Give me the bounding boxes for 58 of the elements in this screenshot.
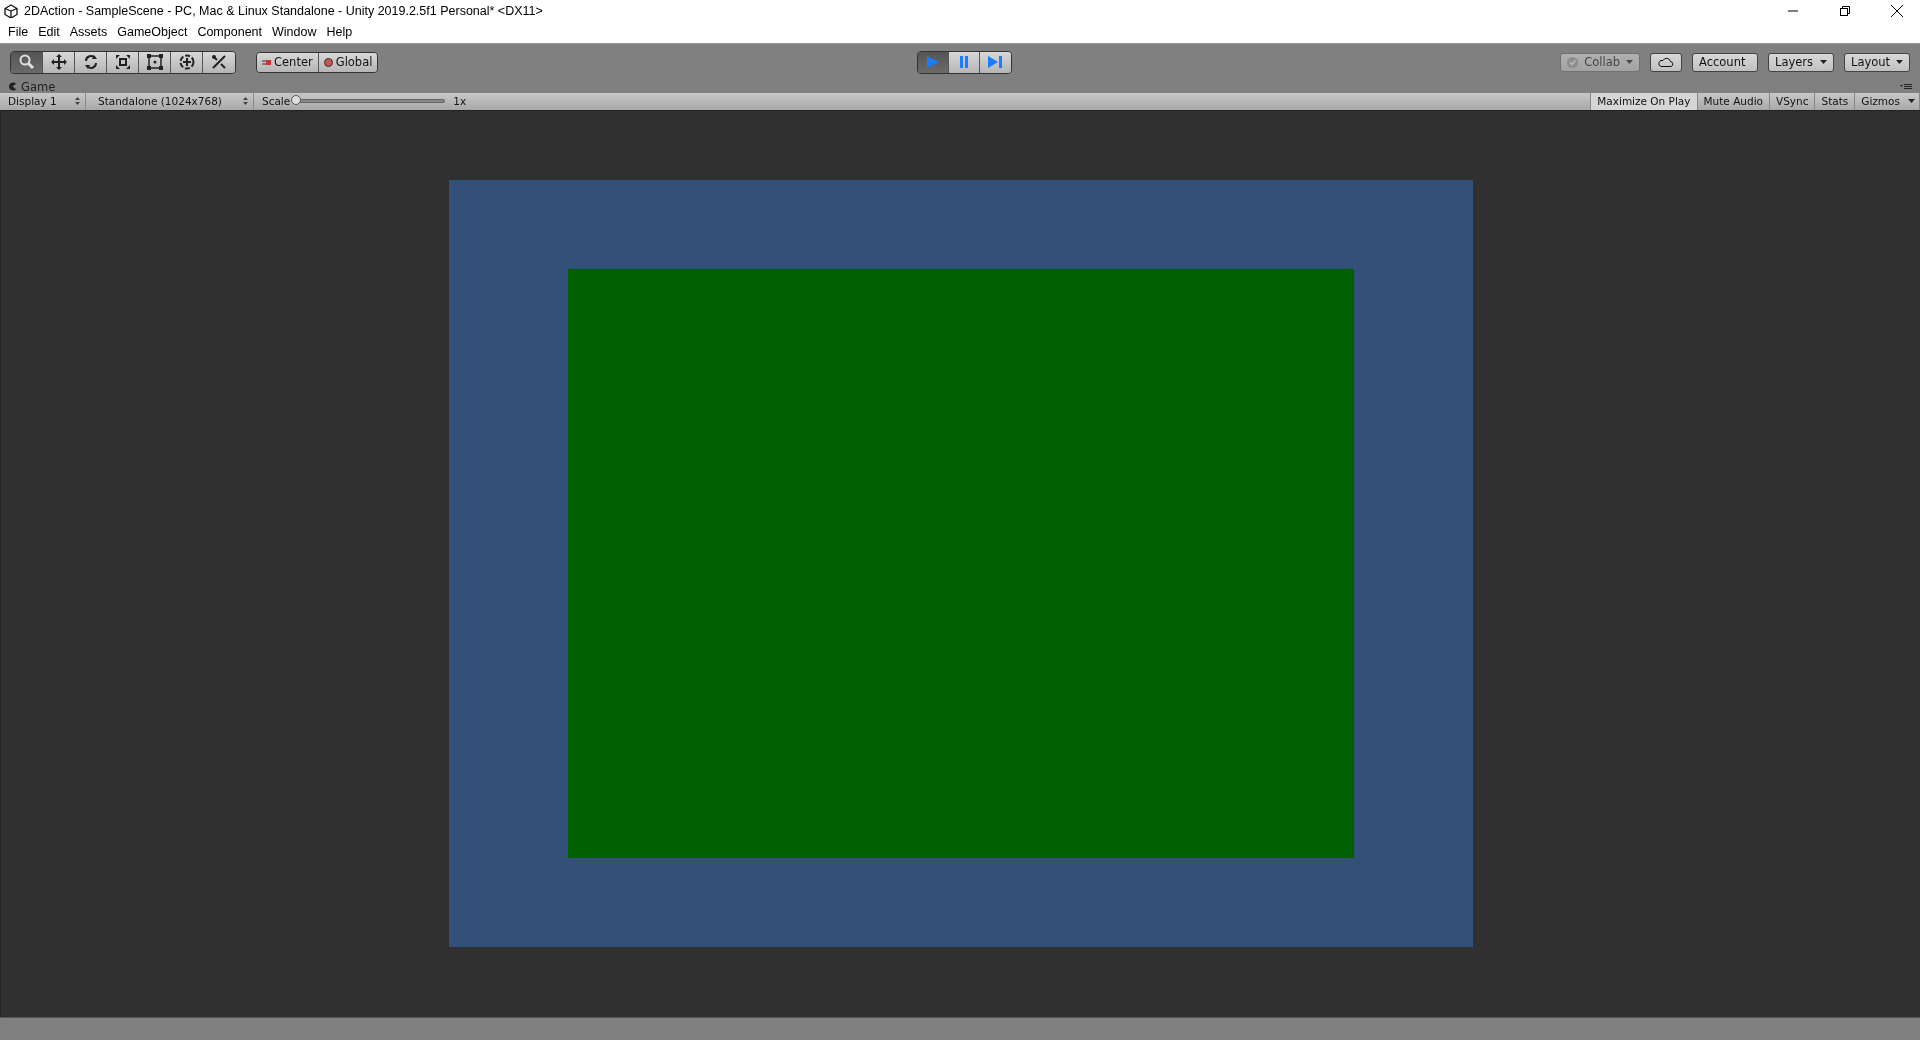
slider-thumb[interactable] [291,95,302,106]
globe-icon [323,57,333,67]
close-icon [1891,5,1903,17]
dropdown-button[interactable]: Layers [1768,52,1834,72]
tool-button[interactable] [75,51,107,73]
caret-icon [1820,60,1827,65]
up-down-arrows-icon [75,97,80,106]
pivot-button[interactable]: Center [257,52,319,72]
tab-label[interactable]: Game [21,79,56,94]
pause-button[interactable] [948,51,980,73]
rect-icon [146,54,163,71]
menu-item[interactable]: Window [267,25,322,40]
up-down-arrows-icon [243,97,248,106]
caret-icon [1896,60,1903,65]
toggle-button[interactable]: VSync [1769,92,1815,110]
tool-button[interactable] [203,51,235,73]
menu-item[interactable]: Help [321,25,358,40]
window-title: 2DAction - SampleScene - PC, Mac & Linux Standalone - Unity 2019.2.5f1 Personal* <DX11> [24,4,544,18]
scale-reading: 1x [452,95,467,108]
toggle-button[interactable]: Stats [1814,92,1855,110]
tool-button[interactable] [43,51,75,73]
scale-label: Scale [261,95,292,108]
step-icon [988,55,1003,70]
scale-icon [114,54,131,71]
tool-button[interactable] [171,51,203,73]
display-dropdown[interactable]: Display 1 [0,92,86,110]
tool-button[interactable] [107,51,139,73]
tool-button[interactable] [139,51,171,73]
menu-item[interactable]: Edit [33,25,65,40]
caret-icon [1626,60,1633,65]
check-circle-icon [1567,56,1579,68]
menu-item[interactable]: GameObject [112,25,193,40]
menu-item[interactable]: Assets [64,25,113,40]
unity-cube-icon [4,4,18,18]
step-button[interactable] [979,51,1011,73]
four-arrows-icon [50,54,67,71]
pivot-icon [262,58,271,66]
gizmos-dropdown[interactable]: Gizmos [1854,92,1920,110]
cloud-icon [1658,57,1674,68]
restore-icon [1840,6,1850,16]
toggle-button[interactable]: Mute Audio [1696,92,1769,110]
menu-item[interactable]: Component [192,25,267,40]
tool-button[interactable] [11,51,43,73]
toggle-button[interactable]: Maximize On Play [1590,92,1697,110]
caret-icon [1908,99,1915,104]
rotate-icon [82,54,99,71]
tools-icon [211,54,227,71]
dropdown-button[interactable]: Account [1692,52,1758,72]
menu-item[interactable]: File [3,25,34,40]
cloud-button[interactable] [1650,52,1682,72]
transform-icon [178,54,195,71]
play-icon [925,55,940,70]
pause-icon [958,55,969,70]
search-icon [18,54,35,71]
menu-icon[interactable] [1900,83,1912,90]
resolution-dropdown[interactable]: Standalone (1024x768) [90,92,254,110]
dropdown-button[interactable]: Layout [1844,52,1910,72]
pivot-button[interactable]: Global [318,52,378,72]
